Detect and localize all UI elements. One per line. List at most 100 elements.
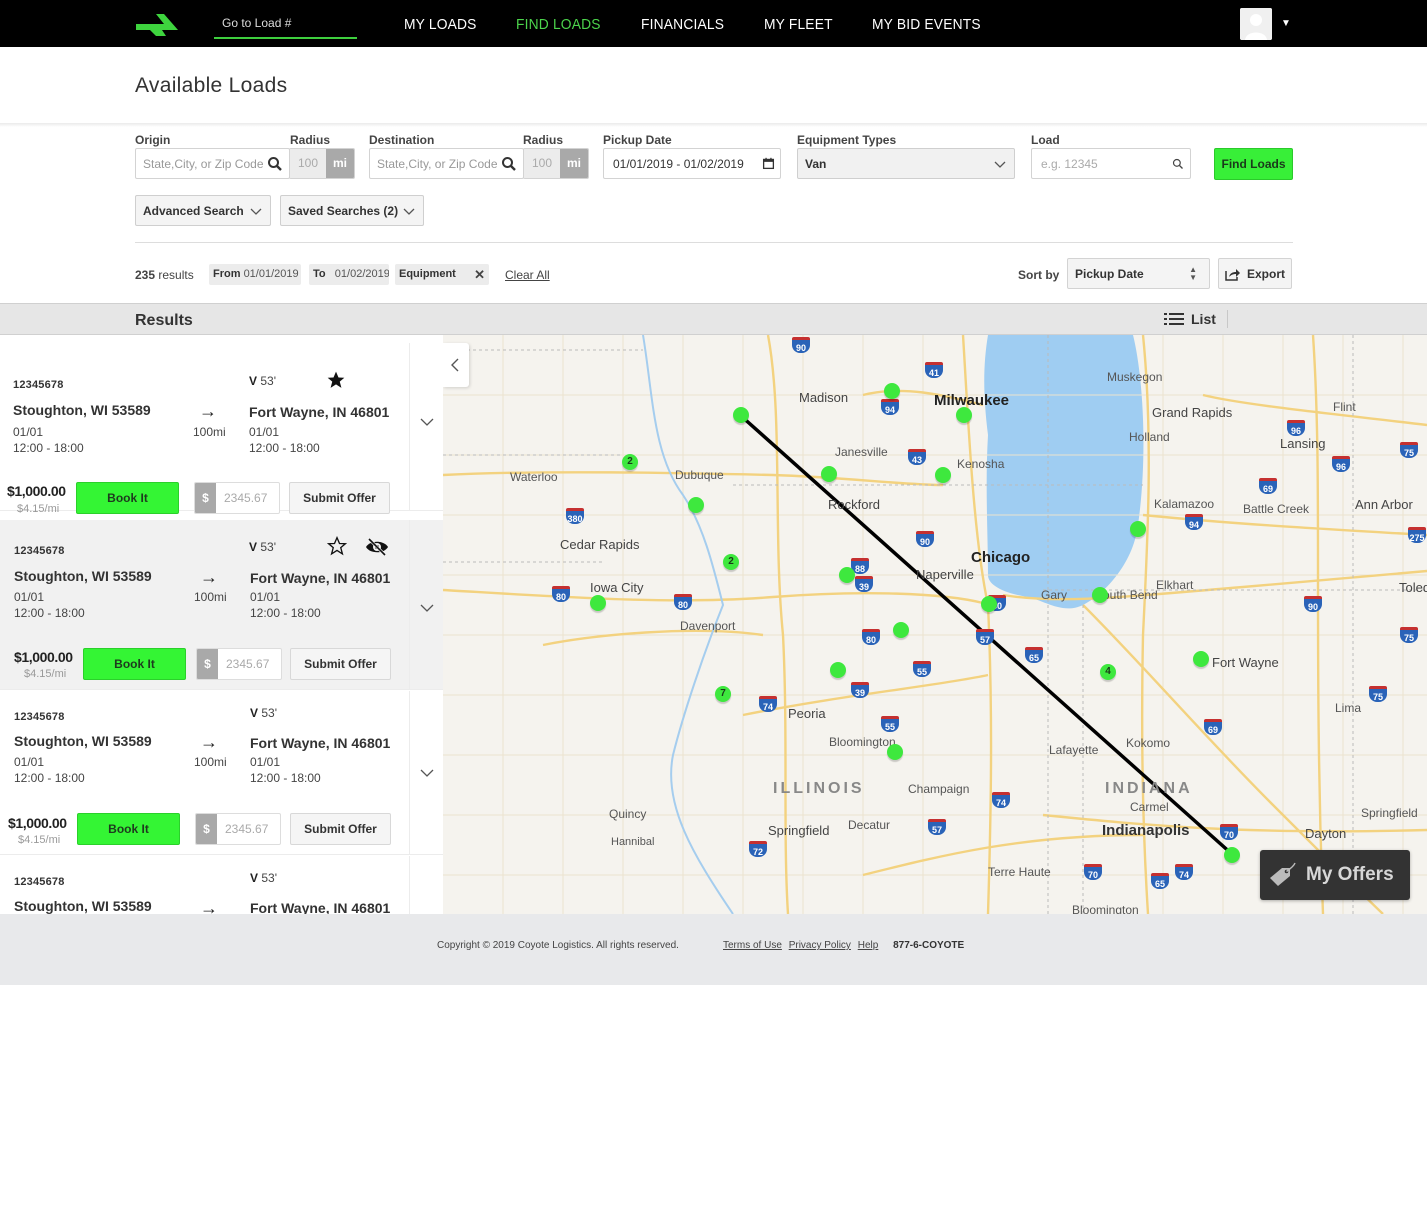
nav-find-loads[interactable]: FIND LOADS <box>516 0 601 47</box>
sort-by-select[interactable]: Pickup Date ▲ ▼ <box>1067 258 1210 289</box>
origin-input[interactable]: State,City, or Zip Code <box>135 148 290 179</box>
load-marker[interactable] <box>935 467 951 483</box>
pickup-date-input[interactable]: 01/01/2019 - 01/02/2019 <box>603 148 781 179</box>
load-cluster[interactable]: 2 <box>622 454 638 470</box>
load-marker[interactable] <box>956 407 972 423</box>
expand-card-button[interactable] <box>409 520 443 689</box>
results-bar: Results List Map <box>0 303 1427 335</box>
load-marker[interactable] <box>1092 587 1108 603</box>
map-city-label: Kalamazoo <box>1154 497 1215 511</box>
load-card[interactable]: 12345678 V 53' Stoughton, WI 53589 → For… <box>0 856 443 914</box>
offer-amount-field[interactable]: $ <box>194 482 280 514</box>
filter-chip-equipment[interactable]: Equipment ✕ <box>395 264 489 285</box>
load-marker[interactable] <box>884 383 900 399</box>
load-cluster[interactable]: 7 <box>715 686 731 702</box>
interstate-shield: 275 <box>1408 527 1426 543</box>
load-marker[interactable] <box>1130 521 1146 537</box>
load-id: 12345678 <box>14 711 65 723</box>
load-marker[interactable] <box>688 497 704 513</box>
rate-per-mile: $4.15/mi <box>18 834 61 846</box>
map-city-label: Hannibal <box>611 836 655 848</box>
my-offers-button[interactable]: My Offers <box>1260 850 1410 900</box>
advanced-search-dropdown[interactable]: Advanced Search <box>135 195 271 226</box>
book-it-button[interactable]: Book It <box>77 813 180 845</box>
nav-my-bid-events[interactable]: MY BID EVENTS <box>872 0 981 47</box>
terms-of-use-link[interactable]: Terms of Use <box>723 940 782 951</box>
go-to-load-input[interactable] <box>214 10 357 36</box>
user-avatar[interactable] <box>1240 8 1272 40</box>
load-marker[interactable] <box>893 622 909 638</box>
load-marker[interactable] <box>590 595 606 611</box>
offer-amount-input[interactable] <box>216 483 278 513</box>
go-to-load-field[interactable] <box>214 10 357 39</box>
submit-offer-button[interactable]: Submit Offer <box>289 482 390 514</box>
expand-card-button[interactable] <box>409 691 443 854</box>
interstate-shield: 65 <box>1025 647 1043 663</box>
book-it-button[interactable]: Book It <box>83 648 186 680</box>
pickup-date-value: 01/01/2019 - 01/02/2019 <box>613 156 744 171</box>
calendar-icon[interactable] <box>762 157 775 170</box>
load-card[interactable]: 12345678 V 53' Stoughton, WI 53589 01/01… <box>0 520 443 690</box>
load-number-input[interactable]: e.g. 12345 <box>1031 148 1191 179</box>
privacy-policy-link[interactable]: Privacy Policy <box>789 940 851 951</box>
offer-amount-input[interactable] <box>217 814 279 844</box>
chip-key: Equipment <box>399 268 456 280</box>
list-view-tab[interactable]: List <box>1159 304 1221 334</box>
help-link[interactable]: Help <box>858 940 879 951</box>
load-marker[interactable] <box>981 596 997 612</box>
top-navigation: MY LOADS FIND LOADS FINANCIALS MY FLEET … <box>0 0 1427 47</box>
star-outline-icon[interactable] <box>327 536 347 556</box>
find-loads-button[interactable]: Find Loads <box>1214 148 1293 180</box>
load-marker[interactable] <box>1224 847 1240 863</box>
load-card[interactable]: 12345678 V 53' Stoughton, WI 53589 01/01… <box>0 691 443 855</box>
equipment-types-value: Van <box>805 156 827 171</box>
map-city-label: Decatur <box>848 818 891 832</box>
map-city-label: Iowa City <box>590 580 644 595</box>
destination-input[interactable]: State,City, or Zip Code <box>369 148 524 179</box>
book-it-button[interactable]: Book It <box>76 482 179 514</box>
load-marker[interactable] <box>1193 651 1209 667</box>
offer-amount-field[interactable]: $ <box>196 648 282 680</box>
load-cluster[interactable]: 4 <box>1100 664 1116 680</box>
offer-amount-input[interactable] <box>218 649 280 679</box>
footer: Copyright © 2019 Coyote Logistics. All r… <box>0 914 1427 985</box>
collapse-list-button[interactable] <box>443 343 469 387</box>
clear-all-link[interactable]: Clear All <box>505 268 550 282</box>
submit-offer-button[interactable]: Submit Offer <box>290 813 391 845</box>
user-menu-caret-icon[interactable]: ▼ <box>1281 18 1291 29</box>
expand-card-button[interactable] <box>409 856 443 914</box>
submit-offer-button[interactable]: Submit Offer <box>290 648 391 680</box>
load-cluster[interactable]: 2 <box>723 554 739 570</box>
loads-map[interactable]: 90 41 94 43 380 90 88 39 80 80 80 80 57 … <box>443 335 1427 914</box>
hide-eye-icon[interactable] <box>365 537 389 557</box>
load-marker[interactable] <box>839 567 855 583</box>
destination-radius-input[interactable]: 100 mi <box>523 148 589 179</box>
remove-chip-icon[interactable]: ✕ <box>474 264 485 285</box>
load-marker[interactable] <box>733 407 749 423</box>
offer-amount-field[interactable]: $ <box>195 813 281 845</box>
copyright: Copyright © 2019 Coyote Logistics. All r… <box>437 940 679 951</box>
nav-financials[interactable]: FINANCIALS <box>641 0 724 47</box>
interstate-shield: 90 <box>916 531 934 547</box>
origin-radius-input[interactable]: 100 mi <box>289 148 355 179</box>
origin-radius-value: 100 <box>290 149 326 178</box>
coyote-logo[interactable] <box>134 10 184 38</box>
filter-chip-from[interactable]: From 01/01/2019 <box>209 264 301 285</box>
interstate-shield: 90 <box>792 337 810 353</box>
view-toggle-separator <box>1226 310 1228 328</box>
filter-chip-to[interactable]: To 01/02/2019 <box>309 264 389 285</box>
nav-my-fleet[interactable]: MY FLEET <box>764 0 833 47</box>
star-filled-icon[interactable] <box>326 370 346 390</box>
export-button[interactable]: Export <box>1218 258 1292 289</box>
results-title: Results <box>135 312 193 329</box>
load-marker[interactable] <box>887 744 903 760</box>
origin-date: 01/01 <box>13 425 44 439</box>
saved-searches-dropdown[interactable]: Saved Searches (2) <box>280 195 424 226</box>
load-marker[interactable] <box>830 662 846 678</box>
load-card[interactable]: 12345678 V 53' Stoughton, WI 53589 01/01… <box>0 343 443 515</box>
equipment-types-select[interactable]: Van <box>797 148 1015 179</box>
load-marker[interactable] <box>821 466 837 482</box>
expand-card-button[interactable] <box>409 343 443 510</box>
interstate-shield: 94 <box>881 399 899 415</box>
nav-my-loads[interactable]: MY LOADS <box>404 0 477 47</box>
